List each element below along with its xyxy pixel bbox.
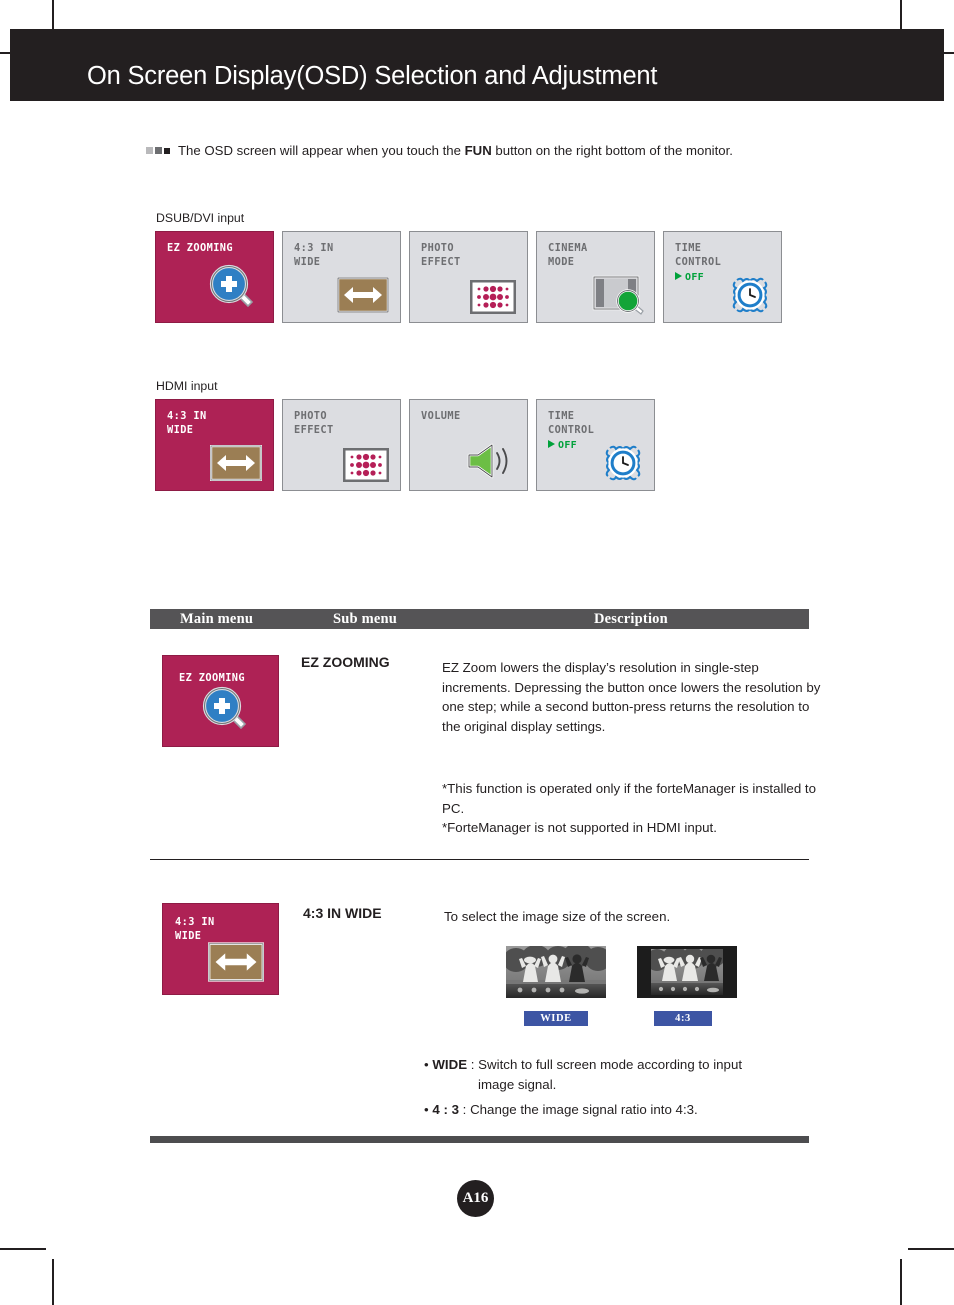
- table-row-sub-menu-ez-zooming: EZ ZOOMING: [301, 654, 390, 670]
- play-triangle-icon: [548, 440, 555, 448]
- bullet-separator: :: [458, 1102, 471, 1117]
- bullet-term: WIDE: [432, 1057, 468, 1072]
- dot-grid-icon: [470, 280, 516, 314]
- osd-tile-label: PHOTO EFFECT: [294, 410, 334, 436]
- osd-tile-status: OFF: [548, 440, 577, 451]
- sample-chip-43: 4:3: [654, 1011, 712, 1026]
- osd-tile-cinema-mode[interactable]: CINEMA MODE: [536, 231, 655, 323]
- cinema-screen-icon: [592, 275, 644, 315]
- osd-tile-time-control[interactable]: TIME CONTROL OFF: [663, 231, 782, 323]
- osd-tile-label: 4:3 IN WIDE: [167, 410, 207, 436]
- bullet-text-continued: image signal.: [478, 1077, 557, 1092]
- alarm-clock-icon: [732, 277, 768, 313]
- table-row-description-ez-zooming-p2: *This function is operated only if the f…: [442, 781, 816, 836]
- crop-mark-bottom-left-v: [52, 1259, 54, 1305]
- speaker-icon: [467, 443, 508, 479]
- alarm-clock-icon: [605, 445, 641, 481]
- aspect-ratio-bullet-list: • WIDE : Switch to full screen mode acco…: [424, 1055, 826, 1124]
- osd-tile-status: OFF: [675, 272, 704, 283]
- list-item: • 4 : 3 : Change the image signal ratio …: [424, 1100, 826, 1120]
- osd-tile-volume[interactable]: VOLUME: [409, 399, 528, 491]
- bullet-text: Switch to full screen mode according to …: [478, 1057, 743, 1072]
- list-item: • WIDE : Switch to full screen mode acco…: [424, 1055, 826, 1095]
- osd-tile-43-in-wide-hdmi[interactable]: 4:3 IN WIDE: [155, 399, 274, 491]
- intro-text-before: The OSD screen will appear when you touc…: [178, 143, 465, 158]
- osd-tile-label: TIME CONTROL: [548, 410, 595, 436]
- sample-chip-wide: WIDE: [524, 1011, 588, 1026]
- four-three-sample-photo: [637, 946, 737, 998]
- group-label-dsub-dvi: DSUB/DVI input: [156, 211, 245, 225]
- left-right-arrow-icon: [208, 942, 264, 982]
- osd-tile-43-in-wide[interactable]: 4:3 IN WIDE: [282, 231, 401, 323]
- left-right-arrow-icon: [337, 277, 389, 313]
- osd-tile-label: EZ ZOOMING: [167, 242, 233, 254]
- bullet-separator: :: [467, 1057, 479, 1072]
- crop-mark-bottom-right-h: [908, 1248, 954, 1250]
- table-row-icon-43-in-wide: 4:3 IN WIDE: [162, 903, 279, 995]
- column-header-main-menu: Main menu: [180, 611, 254, 627]
- osd-tile-label: PHOTO EFFECT: [421, 242, 461, 268]
- osd-tile-label: VOLUME: [421, 410, 461, 422]
- dot-grid-icon: [343, 448, 389, 482]
- intro-text-after: button on the right bottom of the monito…: [491, 143, 733, 158]
- wide-screen-sample-photo: [506, 946, 606, 998]
- magnifier-plus-icon: [202, 686, 247, 730]
- bullet-text: Change the image signal ratio into 4:3.: [470, 1102, 698, 1117]
- osd-tile-ez-zooming[interactable]: EZ ZOOMING: [155, 231, 274, 323]
- osd-row-dsub-dvi: EZ ZOOMING 4:3 IN WIDE PHOTO EFFECT CINE…: [155, 231, 790, 323]
- osd-tile-status-value: OFF: [685, 272, 704, 283]
- magnifier-plus-icon: [209, 264, 254, 308]
- osd-tile-label: 4:3 IN WIDE: [294, 242, 334, 268]
- osd-tile-time-control-hdmi[interactable]: TIME CONTROL OFF: [536, 399, 655, 491]
- osd-tile-photo-effect-hdmi[interactable]: PHOTO EFFECT: [282, 399, 401, 491]
- bullet-squares-icon: [146, 139, 172, 160]
- page-title: On Screen Display(OSD) Selection and Adj…: [87, 62, 658, 90]
- osd-tile-status-value: OFF: [558, 440, 577, 451]
- page-number-badge: A16: [457, 1180, 494, 1217]
- column-header-description: Description: [594, 611, 668, 627]
- table-row-divider: [150, 859, 809, 860]
- description-table-header: Main menu Sub menu Description: [150, 609, 809, 629]
- osd-tile-label: 4:3 IN WIDE: [175, 916, 215, 942]
- column-header-sub-menu: Sub menu: [333, 611, 398, 627]
- table-row-description-ez-zooming-p1: EZ Zoom lowers the display’s resolution …: [442, 660, 821, 734]
- crop-mark-bottom-right-v: [900, 1259, 902, 1305]
- osd-tile-label: CINEMA MODE: [548, 242, 588, 268]
- bullet-term: 4 : 3: [432, 1102, 459, 1117]
- table-row-sub-menu-43-in-wide: 4:3 IN WIDE: [303, 905, 382, 921]
- osd-tile-label: TIME CONTROL: [675, 242, 722, 268]
- table-row-icon-ez-zooming: EZ ZOOMING: [162, 655, 279, 747]
- left-right-arrow-icon: [210, 445, 262, 481]
- play-triangle-icon: [675, 272, 682, 280]
- crop-mark-bottom-left-h: [0, 1248, 46, 1250]
- osd-tile-label: EZ ZOOMING: [179, 672, 245, 684]
- table-row-description-43-in-wide: To select the image size of the screen.: [444, 909, 671, 924]
- osd-tile-photo-effect[interactable]: PHOTO EFFECT: [409, 231, 528, 323]
- bottom-rule: [150, 1136, 809, 1143]
- intro-note: The OSD screen will appear when you touc…: [146, 139, 836, 161]
- osd-row-hdmi: 4:3 IN WIDE PHOTO EFFECT VOLUME TIME CON…: [155, 399, 663, 491]
- group-label-hdmi: HDMI input: [156, 379, 218, 393]
- intro-text-bold: FUN: [464, 143, 492, 158]
